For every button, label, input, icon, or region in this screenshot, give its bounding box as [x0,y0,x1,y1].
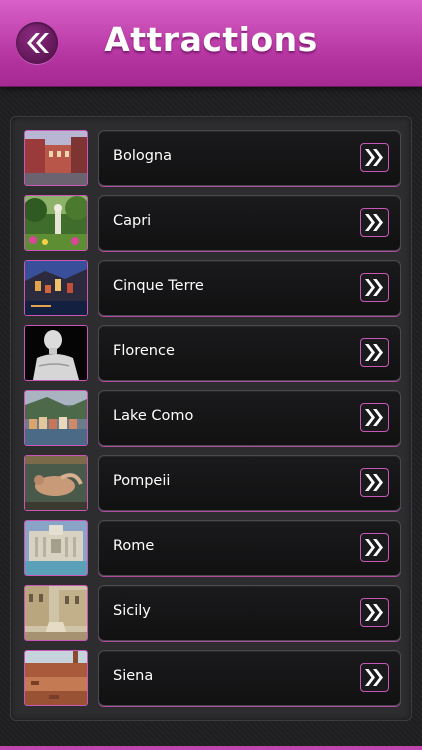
open-button[interactable] [360,468,389,497]
list-item-bar: Pompeii [98,455,401,511]
rome-thumbnail [24,520,88,576]
open-button[interactable] [360,533,389,562]
double-chevron-right-icon [365,214,383,231]
double-chevron-right-icon [365,604,383,621]
list-item-bar: Siena [98,650,401,706]
list-item-rome[interactable]: Rome [11,520,411,578]
double-chevron-right-icon [365,539,383,556]
list-item-bar: Rome [98,520,401,576]
florence-thumbnail [24,325,88,381]
list-item-label: Lake Como [113,408,194,424]
bologna-thumbnail [24,130,88,186]
header-bar: Attractions [0,0,422,87]
page-title: Attractions [104,20,318,59]
list-item-label: Rome [113,538,155,554]
list-item-bar: Capri [98,195,401,251]
open-button[interactable] [360,143,389,172]
lake-como-thumbnail [24,390,88,446]
list-item-bar: Cinque Terre [98,260,401,316]
double-chevron-right-icon [365,474,383,491]
list-item-label: Siena [113,668,154,684]
list-item-bar: Bologna [98,130,401,186]
open-button[interactable] [360,598,389,627]
pompeii-thumbnail [24,455,88,511]
double-chevron-right-icon [365,149,383,166]
capri-thumbnail [24,195,88,251]
list-item-label: Bologna [113,148,172,164]
bottom-accent-bar [0,746,422,750]
list-item-pompeii[interactable]: Pompeii [11,455,411,513]
double-chevron-right-icon [365,279,383,296]
open-button[interactable] [360,403,389,432]
open-button[interactable] [360,208,389,237]
list-item-capri[interactable]: Capri [11,195,411,253]
open-button[interactable] [360,663,389,692]
list-item-bar: Florence [98,325,401,381]
list-item-bologna[interactable]: Bologna [11,130,411,188]
list-item-siena[interactable]: Siena [11,650,411,708]
open-button[interactable] [360,338,389,367]
list-item-bar: Lake Como [98,390,401,446]
attractions-list: Bologna Capri Cinque Terre Florence Lake… [10,116,412,721]
double-chevron-right-icon [365,344,383,361]
open-button[interactable] [360,273,389,302]
list-item-label: Cinque Terre [113,278,204,294]
attractions-screen: Attractions Bologna Capri Cinque Terre F… [0,0,422,750]
list-item-cinque-terre[interactable]: Cinque Terre [11,260,411,318]
list-item-sicily[interactable]: Sicily [11,585,411,643]
sicily-thumbnail [24,585,88,641]
list-item-label: Sicily [113,603,151,619]
list-item-label: Florence [113,343,175,359]
double-chevron-right-icon [365,409,383,426]
list-item-lake-como[interactable]: Lake Como [11,390,411,448]
siena-thumbnail [24,650,88,706]
list-item-florence[interactable]: Florence [11,325,411,383]
double-chevron-right-icon [365,669,383,686]
list-item-label: Pompeii [113,473,171,489]
list-item-label: Capri [113,213,152,229]
cinque-terre-thumbnail [24,260,88,316]
list-item-bar: Sicily [98,585,401,641]
